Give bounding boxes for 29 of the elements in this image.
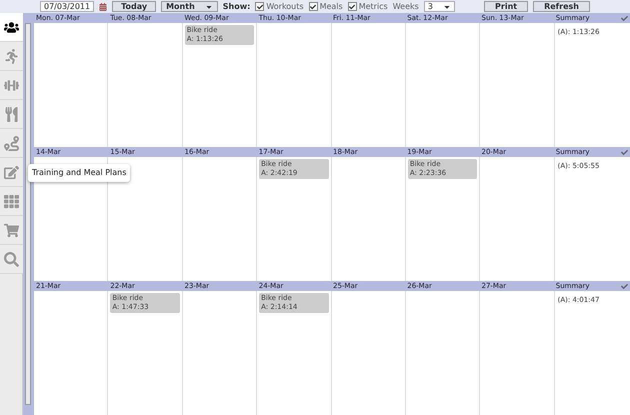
tooltip: Training and Meal Plans <box>28 164 130 182</box>
utensils-icon <box>4 106 19 122</box>
date-field[interactable]: 07/03/2011 <box>40 1 94 12</box>
calendar-icon[interactable] <box>99 2 108 10</box>
refresh-button[interactable]: Refresh <box>533 1 590 12</box>
grid-icon <box>4 194 19 208</box>
view-select[interactable]: Month <box>161 1 218 12</box>
dumbbell-icon <box>4 78 19 92</box>
filter-checkbox[interactable] <box>348 2 357 11</box>
print-button[interactable]: Print <box>484 1 528 12</box>
runner-icon <box>4 48 19 64</box>
sidebar-item[interactable] <box>0 13 23 42</box>
check-icon[interactable] <box>621 14 628 22</box>
filter-checkbox[interactable] <box>255 2 264 11</box>
notepad-icon <box>4 164 19 180</box>
path-icon <box>4 136 19 150</box>
today-button[interactable]: Today <box>112 1 156 12</box>
filter-checkbox[interactable] <box>308 2 318 11</box>
people-icon <box>4 20 19 34</box>
filter-label: Meals <box>320 2 343 10</box>
filter-label: Workouts <box>266 2 304 10</box>
search-icon <box>4 252 19 266</box>
cart-icon <box>4 222 19 238</box>
filter-label: Metrics <box>358 2 388 10</box>
weeks-label: Weeks <box>392 2 419 10</box>
check-icon[interactable] <box>621 148 628 156</box>
show-label: Show: <box>222 2 250 10</box>
weeks-select[interactable]: 3 <box>424 1 455 12</box>
check-icon[interactable] <box>621 282 628 290</box>
